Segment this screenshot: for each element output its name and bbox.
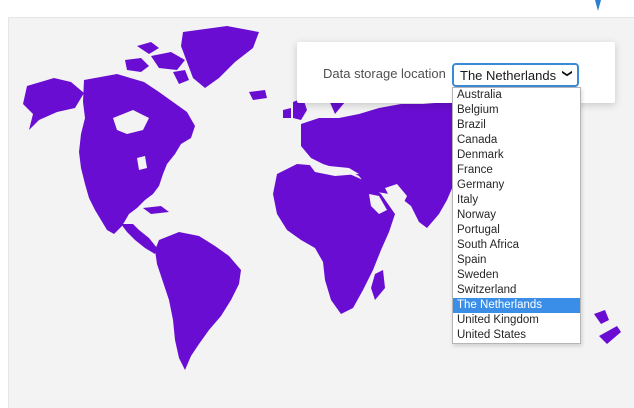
dropdown-option[interactable]: France xyxy=(453,163,580,178)
corner-arrow-icon xyxy=(595,0,601,11)
dropdown-option[interactable]: Canada xyxy=(453,133,580,148)
dropdown-option[interactable]: The Netherlands xyxy=(453,298,580,313)
selected-location: The Netherlands xyxy=(460,68,557,83)
dropdown-option[interactable]: Portugal xyxy=(453,223,580,238)
dropdown-option[interactable]: Australia xyxy=(453,88,580,103)
dropdown-option[interactable]: Brazil xyxy=(453,118,580,133)
dropdown-option[interactable]: South Africa xyxy=(453,238,580,253)
dropdown-option[interactable]: Spain xyxy=(453,253,580,268)
dropdown-option[interactable]: Sweden xyxy=(453,268,580,283)
dropdown-option[interactable]: Norway xyxy=(453,208,580,223)
dropdown-option[interactable]: Denmark xyxy=(453,148,580,163)
chevron-down-icon: ❯ xyxy=(561,69,573,78)
dropdown-option[interactable]: Belgium xyxy=(453,103,580,118)
storage-location-dropdown[interactable]: Australia Belgium Brazil Canada Denmark Franc… xyxy=(452,87,581,344)
storage-location-select[interactable]: The Netherlands ❯ xyxy=(452,63,579,87)
dropdown-option[interactable]: Germany xyxy=(453,178,580,193)
dropdown-option[interactable]: United Kingdom xyxy=(453,313,580,328)
dropdown-option[interactable]: Italy xyxy=(453,193,580,208)
dropdown-option[interactable]: Switzerland xyxy=(453,283,580,298)
storage-location-label: Data storage location xyxy=(323,66,446,81)
dropdown-option[interactable]: United States xyxy=(453,328,580,343)
